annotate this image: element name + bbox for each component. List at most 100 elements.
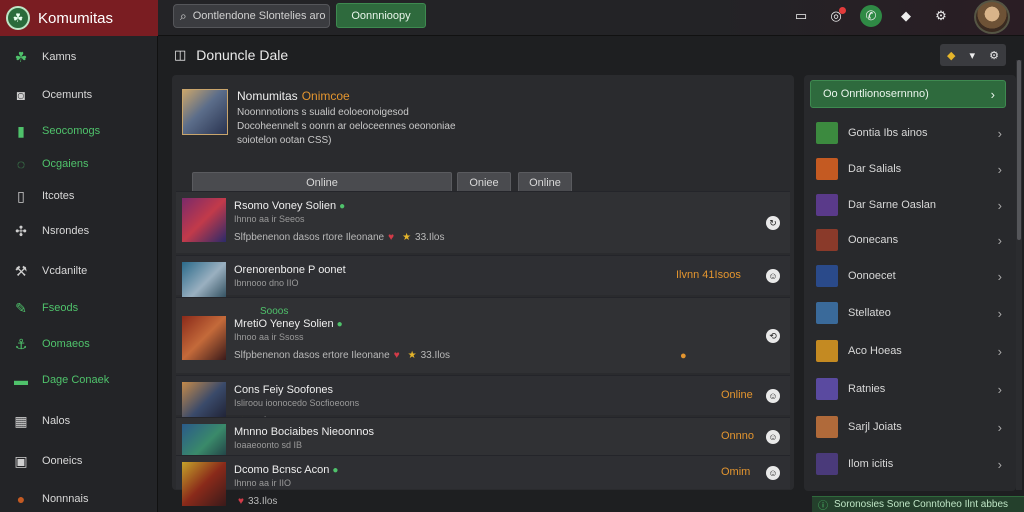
sidebar-item[interactable]: ▮ Seocomogs (0, 118, 158, 144)
table-row[interactable]: Mnnno Bociaibes Nieoonnos Ioaaeoonto sd I… (176, 417, 790, 468)
chevron-down-icon[interactable]: ▾ (970, 49, 976, 62)
header-tools[interactable]: ◆ ▾ ⚙ (940, 44, 1006, 66)
notification-icon[interactable]: ◎ (825, 5, 847, 27)
right-panel-item-label: Ilom icitis (848, 458, 894, 470)
star-icon: ★ (402, 232, 412, 243)
top-bar: ☘ Komumitas ⌕ Oontlendone Slontelies aro… (0, 0, 1024, 36)
sidebar-item-label: Fseods (42, 302, 79, 314)
top-cta-button[interactable]: Oonnnioopy (336, 3, 426, 28)
table-row[interactable]: Rsomo Voney Solien ● Ihnno aa ir Seeos Slfp… (176, 191, 790, 253)
right-panel-item[interactable]: Ilom icitis › (816, 450, 1006, 478)
community-description: Noonnnotions s sualid eoloeonoigesod Doc… (237, 107, 456, 146)
sidebar-item[interactable]: ✣ Nsrondes (0, 218, 158, 244)
online-badge: ● (336, 319, 343, 330)
phone-icon[interactable]: ✆ (860, 5, 882, 27)
sidebar-item[interactable]: ▯ Itcotes (0, 183, 158, 209)
table-row[interactable]: Orenorenbone P oonet Ibnnooo dno IIO Ilvnn… (176, 255, 790, 306)
game-icon (816, 229, 838, 251)
bell-icon[interactable]: ◆ (947, 49, 955, 62)
scrollbar-thumb[interactable] (1017, 60, 1021, 240)
right-panel-cta[interactable]: Oo Onrtlionosernnno) › (810, 80, 1006, 108)
community-thumbnail (182, 89, 228, 135)
gear-icon[interactable]: ⚙ (989, 49, 999, 62)
info-icon: ⓘ (818, 501, 828, 512)
app-title: Komumitas (38, 9, 114, 27)
row-status: Ilvnn 41Isoos (676, 269, 741, 281)
search-text: Oontlendone Slontelies aro (192, 10, 326, 22)
right-panel-item[interactable]: Dar Sarne Oaslan › (816, 191, 1006, 219)
chevron-right-icon: › (997, 456, 1002, 472)
sidebar-item[interactable]: ▦ Nalos (0, 408, 158, 434)
table-row[interactable]: Dcomo Bcnsc Acon ● Ihnno aa ir IIO ♥ 33.Ilos… (176, 455, 790, 507)
footer-text: Soronosies Sone Conntoheo Ilnt abbes (834, 499, 1009, 510)
anchor-icon: ⚓ (14, 335, 28, 352)
right-panel-item[interactable]: Ratnies › (816, 375, 1006, 403)
chevron-right-icon: › (997, 161, 1002, 177)
sidebar-item[interactable]: ▬ Dage Conaek (0, 367, 158, 393)
row-thumbnail (182, 198, 226, 242)
clover-icon: ☘ (14, 48, 28, 65)
sidebar-item[interactable]: ✎ Fseods (0, 295, 158, 321)
table-row[interactable]: Cons Feiy Soofones Isliroou ioonocedo Soc… (176, 375, 790, 427)
row-meta-text: Slfpbenenon dasos ertore Ileonane (234, 350, 390, 361)
community-name: Nomumitas Onimcoe (237, 89, 350, 103)
sidebar-item[interactable]: ⚓ Oomaeos (0, 331, 158, 357)
game-icon (816, 122, 838, 144)
row-action-icon[interactable]: ⟲ (766, 329, 780, 343)
sidebar-item[interactable]: ◌ Ocgaiens (0, 151, 158, 177)
game-icon (816, 378, 838, 400)
search-input[interactable]: ⌕ Oontlendone Slontelies aro (173, 4, 330, 28)
diamond-icon[interactable]: ◆ (895, 5, 917, 27)
window-icon[interactable]: ▭ (790, 5, 812, 27)
right-panel-item[interactable]: Aco Hoeas › (816, 337, 1006, 365)
right-panel: Oo Onrtlionosernnno) › Gontia Ibs ainos ›… (804, 75, 1016, 491)
right-panel-item[interactable]: Gontia Ibs ainos › (816, 119, 1006, 147)
sidebar-item-label: Nsrondes (42, 225, 90, 237)
row-action-icon[interactable]: ↻ (766, 216, 780, 230)
user-avatar[interactable] (974, 0, 1010, 34)
right-panel-item[interactable]: Stellateo › (816, 299, 1006, 327)
sidebar-item[interactable]: ● Nonnnais (0, 486, 158, 512)
row-action-icon[interactable]: ☺ (766, 466, 780, 480)
brand[interactable]: ☘ Komumitas (0, 0, 158, 36)
row-action-icon[interactable]: ☺ (766, 269, 780, 283)
row-action-icon[interactable]: ☺ (766, 389, 780, 403)
top-icon-group: ▭ ◎ ✆ ◆ ⚙ (790, 5, 965, 27)
sidebar-item-label: Kamns (42, 51, 77, 63)
community-name-text: Nomumitas (237, 89, 298, 103)
right-panel-item[interactable]: Oonoecet › (816, 262, 1006, 290)
row-subtitle: Ihnno aa ir IIO (234, 478, 292, 488)
game-icon (816, 265, 838, 287)
sidebar-item-label: Itcotes (42, 190, 75, 202)
bookmark-icon: ▯ (17, 187, 25, 204)
row-meta: Slfpbenenon dasos ertore Ileonane ♥ ★ 33.Il… (234, 350, 450, 361)
footer-banner[interactable]: ⓘ Soronosies Sone Conntoheo Ilnt abbes (812, 496, 1024, 512)
chevron-right-icon: › (997, 232, 1002, 248)
game-icon (816, 194, 838, 216)
online-badge: ● (339, 201, 346, 212)
chevron-right-icon: › (997, 197, 1002, 213)
row-name: Cons Feiy Soofones (234, 384, 336, 396)
chevron-right-icon: › (997, 268, 1002, 284)
game-icon (816, 302, 838, 324)
sidebar-item-label: Seocomogs (42, 125, 101, 137)
sidebar-item[interactable]: ◙ Ocemunts (0, 82, 158, 108)
right-panel-item[interactable]: Dar Salials › (816, 155, 1006, 183)
coin-icon: ● (680, 350, 687, 362)
table-row[interactable]: Sooos MretiO Yeney Solien ● Ihnoo aa ir Sso… (176, 297, 790, 373)
row-action-icon[interactable]: ☺ (766, 430, 780, 444)
sidebar-item[interactable]: ⚒ Vcdanilte (0, 258, 158, 284)
chat-icon: ◌ (16, 156, 26, 172)
right-panel-item[interactable]: Sarjl Joiats › (816, 413, 1006, 441)
search-icon: ⌕ (180, 8, 187, 23)
row-subtitle: Ihnoo aa ir Ssoss (234, 332, 304, 342)
sidebar-item[interactable]: ▣ Ooneics (0, 448, 158, 474)
row-name: Mnnno Bociaibes Nieoonnos (234, 426, 377, 438)
game-icon (816, 340, 838, 362)
settings-icon[interactable]: ⚙ (930, 5, 952, 27)
community-panel: Nomumitas Onimcoe Noonnnotions s sualid e… (172, 75, 794, 507)
right-panel-cta-label: Oo Onrtlionosernnno) (823, 88, 929, 100)
right-panel-item[interactable]: Oonecans › (816, 226, 1006, 254)
sidebar-item[interactable]: ☘ Kamns (0, 44, 158, 70)
scrollbar[interactable] (1016, 60, 1022, 490)
